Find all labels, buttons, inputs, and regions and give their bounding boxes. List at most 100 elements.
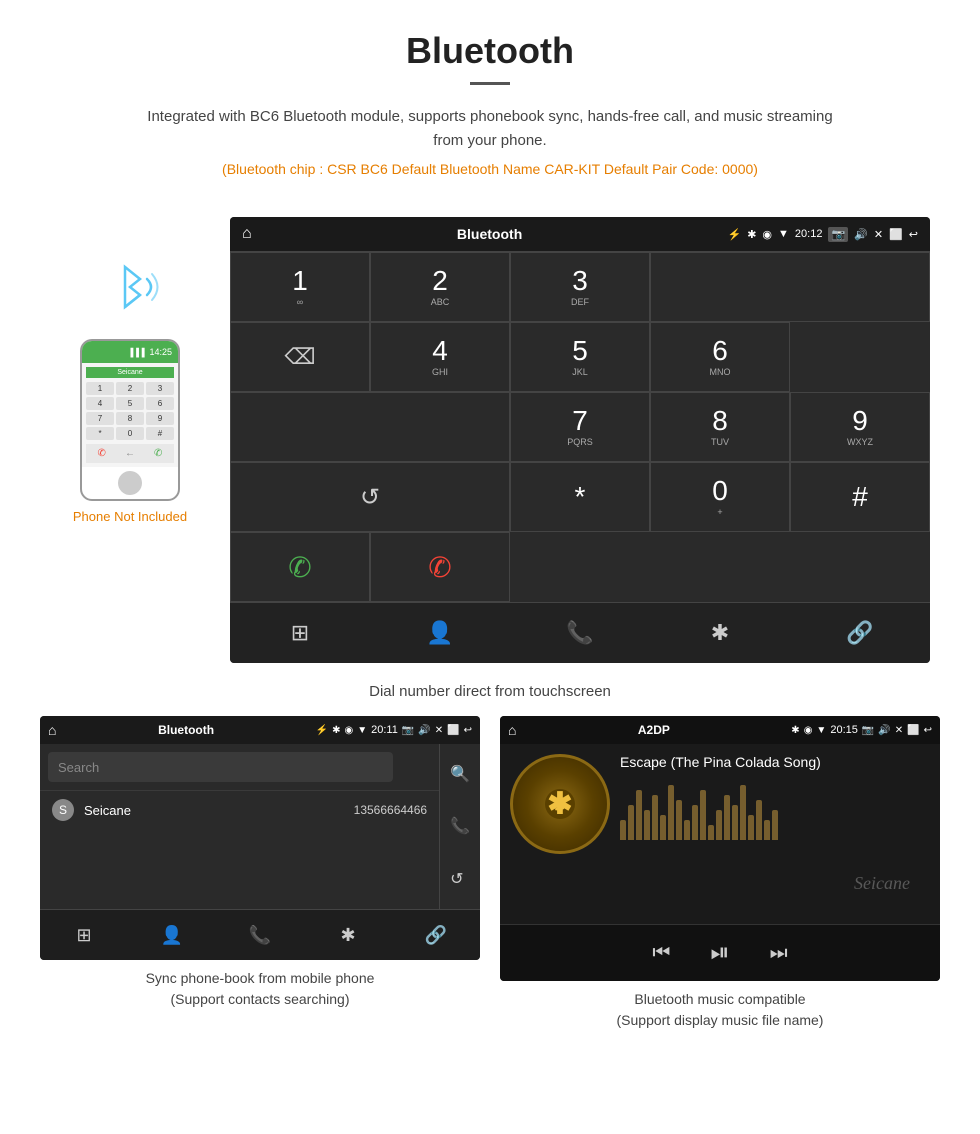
eq-bar bbox=[748, 815, 754, 840]
music-wifi: ▼ bbox=[816, 725, 826, 736]
phone-key-2: 2 bbox=[116, 382, 144, 395]
bluetooth-specs: (Bluetooth chip : CSR BC6 Default Blueto… bbox=[20, 161, 960, 177]
phone-signal: ▌▌▌ bbox=[130, 348, 147, 357]
volume-icon[interactable]: 🔊 bbox=[854, 228, 868, 241]
eq-bar bbox=[684, 820, 690, 840]
dialer-key-hash[interactable]: # bbox=[790, 462, 930, 532]
contacts-button[interactable]: 👤 bbox=[370, 603, 510, 663]
dialer-key-4[interactable]: 4 GHI bbox=[370, 322, 510, 392]
bluetooth-icon: ✱ bbox=[711, 620, 729, 646]
music-screenshot-block: ⌂ A2DP ✱ ◉ ▼ 20:15 📷 🔊 ✕ ⬜ ↩ ♫ ✱ bbox=[500, 716, 940, 1031]
dialer-bottom-bar: ⊞ 👤 📞 ✱ 🔗 bbox=[230, 602, 930, 663]
pb-cam: 📷 bbox=[402, 725, 414, 736]
dialer-key-0[interactable]: 0 + bbox=[650, 462, 790, 532]
pb-person-btn[interactable]: 👤 bbox=[128, 910, 216, 960]
pb-back[interactable]: ↩ bbox=[464, 725, 472, 736]
pb-grid-btn[interactable]: ⊞ bbox=[40, 910, 128, 960]
prev-track-button[interactable]: ⏮ bbox=[642, 938, 680, 969]
pb-link-icon: 🔗 bbox=[425, 925, 447, 946]
pb-home-icon[interactable]: ⌂ bbox=[48, 722, 56, 738]
music-close[interactable]: ✕ bbox=[895, 725, 903, 736]
phone-icon: 📞 bbox=[566, 620, 593, 646]
key-number: # bbox=[852, 483, 868, 511]
bottom-screenshots: ⌂ Bluetooth ⚡ ✱ ◉ ▼ 20:11 📷 🔊 ✕ ⬜ ↩ Sear… bbox=[0, 716, 980, 1041]
pb-close[interactable]: ✕ bbox=[435, 725, 443, 736]
pb-vol: 🔊 bbox=[418, 725, 430, 736]
music-time: 20:15 bbox=[830, 724, 858, 736]
eq-bar bbox=[724, 795, 730, 840]
dialer-key-7[interactable]: 7 PQRS bbox=[510, 392, 650, 462]
pb-bottom-bar: ⊞ 👤 📞 ✱ 🔗 bbox=[40, 909, 480, 960]
bluetooth-button[interactable]: ✱ bbox=[650, 603, 790, 663]
play-pause-button[interactable]: ⏯ bbox=[700, 935, 739, 971]
dialer-key-6[interactable]: 6 MNO bbox=[650, 322, 790, 392]
pb-bt-btn[interactable]: ✱ bbox=[304, 910, 392, 960]
dialer-key-star[interactable]: * bbox=[510, 462, 650, 532]
phone-illustration: ▌▌▌ 14:25 Seicane 1 2 3 4 5 6 7 8 9 * 0 … bbox=[50, 257, 210, 524]
bluetooth-status-icon: ✱ bbox=[747, 228, 756, 241]
dialer-end-button[interactable]: ✆ bbox=[370, 532, 510, 602]
next-track-button[interactable]: ⏭ bbox=[760, 938, 798, 969]
pb-bt-bottom-icon: ✱ bbox=[340, 925, 355, 946]
dialer-key-2[interactable]: 2 ABC bbox=[370, 252, 510, 322]
dialer-key-5[interactable]: 5 JKL bbox=[510, 322, 650, 392]
music-controls: ⏮ ⏯ ⏭ bbox=[500, 924, 940, 981]
dialer-grid: 1 ∞ 2 ABC 3 DEF ⌫ 4 GHI 5 bbox=[230, 251, 930, 602]
key-number: 4 bbox=[432, 337, 448, 365]
phonebook-caption-line2: (Support contacts searching) bbox=[171, 991, 350, 1007]
dialer-key-8[interactable]: 8 TUV bbox=[650, 392, 790, 462]
link-button[interactable]: 🔗 bbox=[790, 603, 930, 663]
pb-link-btn[interactable]: 🔗 bbox=[392, 910, 480, 960]
music-vol: 🔊 bbox=[878, 725, 890, 736]
music-back[interactable]: ↩ bbox=[924, 725, 932, 736]
music-screen: ⌂ A2DP ✱ ◉ ▼ 20:15 📷 🔊 ✕ ⬜ ↩ ♫ ✱ bbox=[500, 716, 940, 981]
key-number: 7 bbox=[572, 407, 588, 435]
close-icon[interactable]: ✕ bbox=[874, 228, 883, 241]
dialer-backspace[interactable]: ⌫ bbox=[230, 322, 370, 392]
song-title: Escape (The Pina Colada Song) bbox=[620, 754, 930, 770]
eq-bar bbox=[708, 825, 714, 840]
dialer-call-button[interactable]: ✆ bbox=[230, 532, 370, 602]
dialer-empty-row2 bbox=[230, 392, 510, 462]
pb-search-icon[interactable]: 🔍 bbox=[446, 760, 474, 788]
statusbar-left: ⌂ bbox=[242, 225, 252, 243]
pb-contact-row[interactable]: S Seicane 13566664466 bbox=[40, 790, 439, 829]
pb-search-bar[interactable]: Search bbox=[48, 752, 393, 782]
dialer-key-9[interactable]: 9 WXYZ bbox=[790, 392, 930, 462]
key-letters: ∞ bbox=[297, 297, 303, 307]
phonebook-screenshot-block: ⌂ Bluetooth ⚡ ✱ ◉ ▼ 20:11 📷 🔊 ✕ ⬜ ↩ Sear… bbox=[40, 716, 480, 1031]
window-icon[interactable]: ⬜ bbox=[889, 228, 903, 241]
pb-call-btn[interactable]: 📞 bbox=[216, 910, 304, 960]
pb-search-row: Search bbox=[40, 744, 439, 790]
dialer-key-1[interactable]: 1 ∞ bbox=[230, 252, 370, 322]
pb-win[interactable]: ⬜ bbox=[447, 725, 459, 736]
dialer-refresh[interactable]: ↺ bbox=[230, 462, 510, 532]
phone-body: ▌▌▌ 14:25 Seicane 1 2 3 4 5 6 7 8 9 * 0 … bbox=[80, 339, 180, 501]
pb-refresh-right-icon[interactable]: ↺ bbox=[446, 865, 474, 893]
music-cam: 📷 bbox=[862, 725, 874, 736]
grid-button[interactable]: ⊞ bbox=[230, 603, 370, 663]
pb-phone-right-icon[interactable]: 📞 bbox=[446, 812, 474, 840]
phone-key-6: 6 bbox=[146, 397, 174, 410]
home-icon[interactable]: ⌂ bbox=[242, 225, 252, 243]
key-letters: + bbox=[717, 507, 722, 517]
music-home-icon[interactable]: ⌂ bbox=[508, 722, 516, 738]
statusbar-right: ⚡ ✱ ◉ ▼ 20:12 📷 🔊 ✕ ⬜ ↩ bbox=[728, 227, 919, 242]
key-number: 8 bbox=[712, 407, 728, 435]
eq-bar bbox=[692, 805, 698, 840]
eq-bar bbox=[764, 820, 770, 840]
back-icon[interactable]: ↩ bbox=[909, 228, 918, 241]
key-letters: TUV bbox=[711, 437, 729, 447]
phone-key-4: 4 bbox=[86, 397, 114, 410]
title-divider bbox=[470, 82, 510, 85]
call-log-button[interactable]: 📞 bbox=[510, 603, 650, 663]
eq-bar bbox=[740, 785, 746, 840]
music-loc: ◉ bbox=[804, 725, 813, 736]
key-number: * bbox=[575, 483, 586, 511]
eq-bar bbox=[772, 810, 778, 840]
music-win[interactable]: ⬜ bbox=[907, 725, 919, 736]
camera-icon[interactable]: 📷 bbox=[828, 227, 848, 242]
pb-search-placeholder: Search bbox=[58, 760, 99, 775]
dialer-key-3[interactable]: 3 DEF bbox=[510, 252, 650, 322]
phone-time: 14:25 bbox=[149, 347, 172, 357]
